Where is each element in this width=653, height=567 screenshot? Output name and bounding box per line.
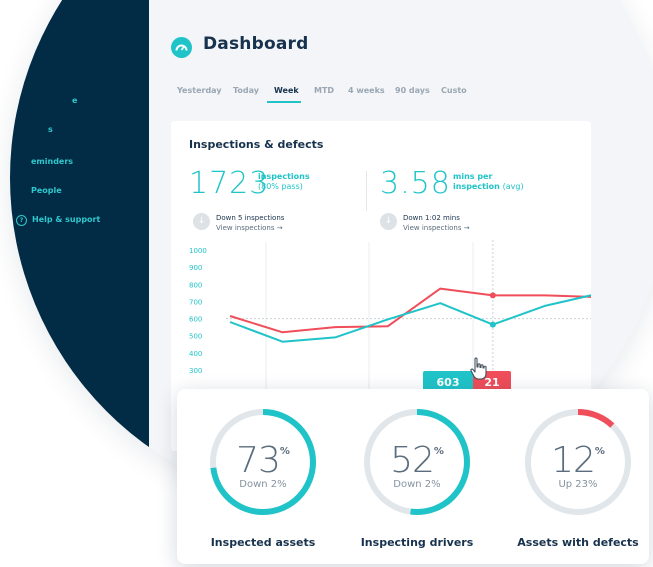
y-tick-label: 300 [189,367,202,375]
gauge-label-inspected-assets: Inspected assets [210,536,316,549]
gauge-inspected-assets: 73% Down 2% [208,407,318,517]
y-tick-label: 400 [189,350,202,358]
gauge-label-inspecting-drivers: Inspecting drivers [360,536,474,549]
gauge-label-assets-with-defects: Assets with defects [517,536,639,549]
tooltip-inspections-value: 603 [436,376,460,389]
y-tick-label: 1000 [189,247,207,255]
percent-symbol: % [279,446,290,457]
sidebar: e s eminders People ? Help & support [10,0,149,508]
gauge-change: Up 23% [558,479,598,490]
gauge-value: 12 [551,440,596,481]
y-tick-label: 600 [189,316,202,324]
sidebar-item-label: e [72,96,78,105]
sidebar-item-label: People [31,186,62,195]
series-line-defects [229,287,591,334]
gauge-percent: 12% [523,440,633,481]
help-icon: ? [16,215,27,226]
hand-cursor-icon [470,357,487,380]
sidebar-item-1[interactable]: e [72,96,77,105]
series-point-defects [489,292,496,299]
y-tick-label: 500 [189,333,202,341]
gauge-percent: 73% [208,440,318,481]
gauge-inspecting-drivers: 52% Down 2% [362,407,472,517]
sidebar-item-help[interactable]: ? Help & support [16,215,100,226]
sidebar-item-people[interactable]: People [31,186,62,195]
tab-90-days[interactable]: 90 days [395,86,430,95]
tab-custom[interactable]: Custo [441,86,467,95]
y-tick-label: 800 [189,281,202,289]
dashboard-icon [171,37,192,58]
sidebar-item-2[interactable]: s [48,125,53,134]
sidebar-item-label: eminders [31,157,74,166]
gauge-value: 73 [236,440,281,481]
tab-yesterday[interactable]: Yesterday [177,86,222,95]
gauge-percent: 52% [362,440,472,481]
sidebar-item-label: s [48,125,53,134]
tab-mtd[interactable]: MTD [314,86,334,95]
y-tick-label: 900 [189,264,202,272]
series-point-inspections [489,321,496,328]
percent-symbol: % [594,446,605,457]
sidebar-item-reminders[interactable]: eminders [31,157,73,166]
gauge-assets-with-defects: 12% Up 23% [523,407,633,517]
percent-symbol: % [433,446,444,457]
gauge-change: Down 2% [393,479,441,490]
stats-panel: 73% Down 2% Inspected assets 52% Down 2%… [177,389,649,564]
y-tick-label: 700 [189,298,202,306]
active-tab-indicator [267,101,301,103]
gauge-value: 52 [390,440,435,481]
sidebar-item-label: Help & support [32,215,101,224]
page-title: Dashboard [203,34,309,54]
tab-4-weeks[interactable]: 4 weeks [348,86,385,95]
gauge-change: Down 2% [239,479,287,490]
tab-today[interactable]: Today [233,86,259,95]
series-line-inspections [229,294,591,343]
tab-week[interactable]: Week [274,86,299,95]
